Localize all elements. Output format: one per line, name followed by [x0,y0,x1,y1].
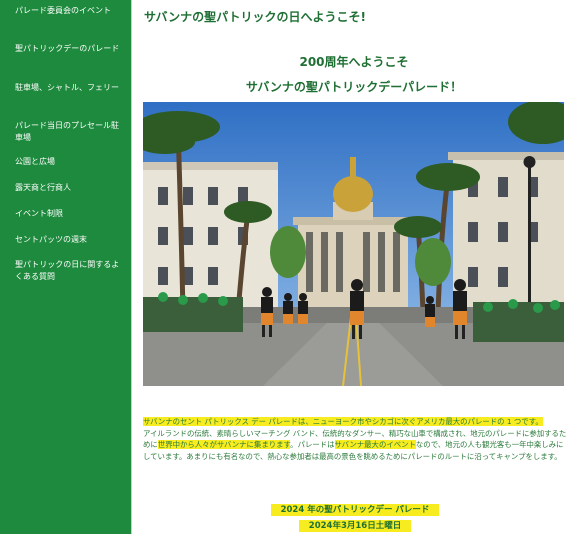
anniversary-heading: 200周年へようこそ [299,55,409,69]
sidebar-item-parking-shuttle-ferry[interactable]: 駐車場、シャトル、フェリー [0,82,131,94]
highlighted-text: 世界中から人々がサバンナに集まります [157,440,291,449]
parade-year-heading: 2024 年の聖パトリックデー パレード [143,503,567,516]
parade-photo [143,102,564,386]
sidebar-item-parks-squares[interactable]: 公園と広場 [0,156,131,168]
sidebar-item-event-restrictions[interactable]: イベント制限 [0,208,131,220]
sidebar-item-committee-events[interactable]: パレード委員会のイベント [0,5,131,17]
sidebar-item-faq[interactable]: 聖パトリックの日に関するよくある質問 [0,259,131,283]
sidebar-item-parade[interactable]: 聖パトリックデーのパレード [0,43,131,55]
intro-paragraph-2: アイルランドの伝統、素晴らしいマーチング バンド、伝統的なダンサー、精巧な山車で… [143,428,567,463]
paragraph-text: 。パレードは [290,440,335,449]
sidebar-nav: パレード委員会のイベント 聖パトリックデーのパレード 駐車場、シャトル、フェリー… [0,0,131,534]
intro-paragraph-1: サバンナのセント パトリックス デー パレードは、ニューヨーク市やシカゴに次ぐア… [143,416,567,428]
highlighted-text: サバンナのセント パトリックス デー パレードは、ニューヨーク市やシカゴに次ぐア… [143,417,543,426]
sidebar-item-presale-parking[interactable]: パレード当日のプレセール駐車場 [0,120,131,144]
page-title: サバンナの聖パトリックの日へようこそ! [144,10,366,24]
sidebar-item-vendors[interactable]: 露天商と行商人 [0,182,131,194]
parade-date: 2024年3月16日土曜日 [143,519,567,532]
parade-heading: サバンナの聖パトリックデーパレード！ [245,80,463,94]
highlighted-text: サバンナ最大のイベント [334,440,416,449]
main-content: サバンナの聖パトリックの日へようこそ! 200周年へようこそ サバンナの聖パトリ… [131,0,580,534]
intro-paragraphs: サバンナのセント パトリックス デー パレードは、ニューヨーク市やシカゴに次ぐア… [143,416,567,462]
sidebar-item-st-pats-weekend[interactable]: セントパッツの週末 [0,234,131,246]
